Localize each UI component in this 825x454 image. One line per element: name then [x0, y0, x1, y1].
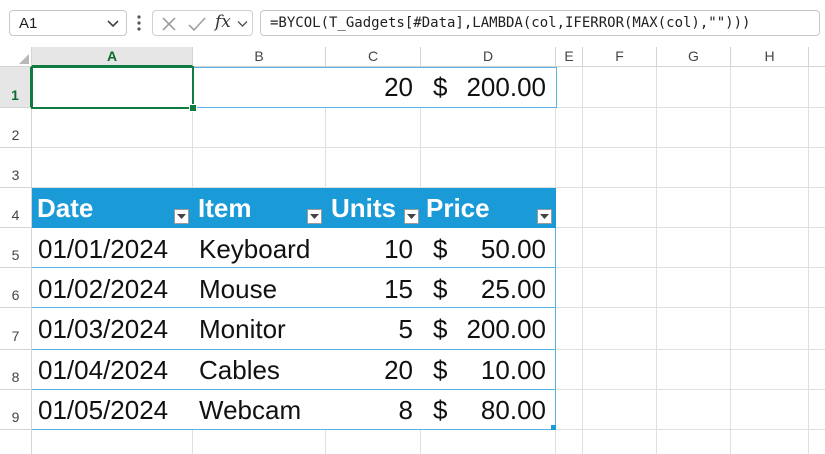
select-all-button[interactable]	[0, 47, 32, 67]
table-cell-units[interactable]: 15	[326, 269, 421, 309]
table-cell-date[interactable]: 01/03/2024	[32, 309, 193, 349]
table-header-item[interactable]: Item	[193, 188, 326, 228]
worksheet-grid[interactable]: A B C D E F G H 1 2 3 4 5 6 7 8 9 20 $ 2…	[0, 47, 825, 454]
row-header-7[interactable]: 7	[0, 308, 32, 350]
currency-symbol: $	[433, 314, 448, 344]
gridline	[32, 147, 825, 148]
fill-handle[interactable]	[189, 104, 197, 112]
currency-symbol: $	[433, 234, 448, 264]
currency-amount: 50.00	[480, 234, 546, 264]
table-cell-item[interactable]: Webcam	[193, 390, 326, 430]
active-cell-a1[interactable]	[31, 66, 194, 109]
currency-amount: 200.00	[466, 314, 546, 344]
table-cell-date[interactable]: 01/02/2024	[32, 269, 193, 309]
filter-dropdown-button[interactable]	[174, 209, 189, 224]
filter-dropdown-button[interactable]	[307, 209, 322, 224]
table-cell-units[interactable]: 10	[326, 229, 421, 269]
row-header-8[interactable]: 8	[0, 350, 32, 390]
table-cell-units[interactable]: 20	[326, 350, 421, 390]
table-cell-price[interactable]: $ 50.00	[421, 229, 556, 269]
chevron-down-icon	[540, 214, 549, 219]
chevron-down-icon	[310, 214, 319, 219]
formula-controls: fx	[152, 10, 253, 36]
table-cell-price[interactable]: $ 10.00	[421, 350, 556, 390]
formula-bar-area: A1 fx =BYCOL(T_Gadgets[#Data],LAMBDA(col…	[0, 0, 825, 48]
table-cell-item[interactable]: Cables	[193, 350, 326, 390]
column-header-b[interactable]: B	[193, 47, 326, 67]
row-header-6[interactable]: 6	[0, 268, 32, 308]
cancel-icon[interactable]	[160, 15, 178, 33]
column-header-a[interactable]: A	[32, 47, 193, 67]
column-header-c[interactable]: C	[326, 47, 421, 67]
table-header-label: Date	[37, 193, 94, 223]
table-cell-price[interactable]: $ 25.00	[421, 269, 556, 309]
formula-input[interactable]: =BYCOL(T_Gadgets[#Data],LAMBDA(col,IFERR…	[260, 10, 820, 36]
column-header-h[interactable]: H	[731, 47, 809, 67]
column-header-f[interactable]: F	[583, 47, 657, 67]
table-cell-date[interactable]: 01/05/2024	[32, 390, 193, 430]
row-header-10[interactable]	[0, 430, 32, 454]
chevron-down-icon[interactable]	[237, 18, 248, 29]
name-box-value: A1	[19, 15, 38, 32]
currency-amount: 25.00	[480, 274, 546, 304]
gridline	[808, 67, 809, 454]
row-header-3[interactable]: 3	[0, 148, 32, 188]
table-header-units[interactable]: Units	[326, 188, 421, 228]
currency-symbol: $	[433, 355, 448, 385]
table-cell-price[interactable]: $ 80.00	[421, 390, 556, 430]
column-header-g[interactable]: G	[657, 47, 731, 67]
gridline	[730, 67, 731, 454]
insert-function-button[interactable]: fx	[215, 12, 231, 32]
name-box[interactable]: A1	[9, 10, 127, 36]
column-header-e[interactable]: E	[556, 47, 583, 67]
row-header-2[interactable]: 2	[0, 108, 32, 148]
currency-symbol: $	[433, 274, 448, 304]
table-cell-date[interactable]: 01/04/2024	[32, 350, 193, 390]
currency-amount: 10.00	[480, 355, 546, 385]
column-header-next[interactable]	[809, 47, 825, 67]
table-cell-units[interactable]: 5	[326, 309, 421, 349]
currency-symbol: $	[433, 72, 448, 102]
row-header-4[interactable]: 4	[0, 188, 32, 228]
row-header-9[interactable]: 9	[0, 390, 32, 430]
table-cell-item[interactable]: Monitor	[193, 309, 326, 349]
row-header-1[interactable]: 1	[0, 67, 32, 108]
currency-amount: 200.00	[466, 72, 546, 102]
cell-d1[interactable]: $ 200.00	[421, 67, 556, 107]
chevron-down-icon	[407, 214, 416, 219]
formula-text: =BYCOL(T_Gadgets[#Data],LAMBDA(col,IFERR…	[270, 15, 751, 31]
chevron-down-icon[interactable]	[106, 16, 120, 30]
gridline	[582, 67, 583, 454]
table-cell-item[interactable]: Keyboard	[193, 229, 326, 269]
table-header-label: Price	[426, 193, 490, 223]
row-header-5[interactable]: 5	[0, 228, 32, 268]
table-header-date[interactable]: Date	[32, 188, 193, 228]
table-cell-units[interactable]: 8	[326, 390, 421, 430]
table-cell-price[interactable]: $ 200.00	[421, 309, 556, 349]
table-header-label: Units	[331, 193, 396, 223]
table-header-price[interactable]: Price	[421, 188, 556, 228]
currency-symbol: $	[433, 395, 448, 425]
select-all-icon	[19, 54, 29, 64]
gridline	[656, 67, 657, 454]
table-cell-item[interactable]: Mouse	[193, 269, 326, 309]
currency-amount: 80.00	[480, 395, 546, 425]
enter-check-icon[interactable]	[187, 15, 207, 33]
cell-c1[interactable]: 20	[326, 67, 421, 107]
column-header-d[interactable]: D	[421, 47, 556, 67]
chevron-down-icon	[177, 214, 186, 219]
table-header-label: Item	[198, 193, 252, 223]
filter-dropdown-button[interactable]	[537, 209, 552, 224]
table-cell-date[interactable]: 01/01/2024	[32, 229, 193, 269]
filter-dropdown-button[interactable]	[404, 209, 419, 224]
more-options-icon[interactable]	[136, 13, 142, 33]
